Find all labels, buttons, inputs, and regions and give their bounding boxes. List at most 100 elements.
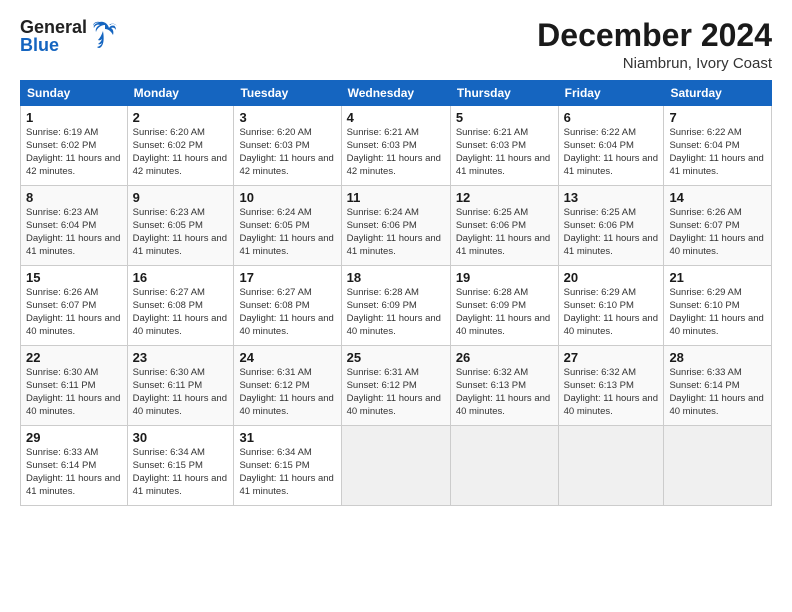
day-number: 16 (133, 270, 229, 285)
calendar-cell: 22 Sunrise: 6:30 AMSunset: 6:11 PMDayligh… (21, 346, 128, 426)
calendar-cell: 8Sunrise: 6:23 AMSunset: 6:04 PMDaylight… (21, 186, 128, 266)
calendar-cell (341, 426, 450, 506)
logo-blue: Blue (20, 36, 87, 54)
day-number: 30 (133, 430, 229, 445)
day-number: 22 (26, 350, 122, 365)
calendar-cell: 4 Sunrise: 6:21 AMSunset: 6:03 PMDaylight… (341, 106, 450, 186)
page: General Blue December 2024 Niambrun, Ivo… (0, 0, 792, 612)
calendar-cell: 13Sunrise: 6:25 AMSunset: 6:06 PMDayligh… (558, 186, 664, 266)
calendar-cell: 1 Sunrise: 6:19 AMSunset: 6:02 PMDaylight… (21, 106, 128, 186)
day-number: 11 (347, 190, 445, 205)
calendar-week-row: 15 Sunrise: 6:26 AMSunset: 6:07 PMDayligh… (21, 266, 772, 346)
calendar-cell (558, 426, 664, 506)
calendar-cell (450, 426, 558, 506)
day-number: 19 (456, 270, 553, 285)
day-number: 1 (26, 110, 122, 125)
calendar-cell: 26Sunrise: 6:32 AMSunset: 6:13 PMDayligh… (450, 346, 558, 426)
day-info: Sunrise: 6:22 AMSunset: 6:04 PMDaylight:… (564, 127, 659, 178)
calendar-cell: 18 Sunrise: 6:28 AMSunset: 6:09 PMDayligh… (341, 266, 450, 346)
day-info: Sunrise: 6:33 AMSunset: 6:14 PMDaylight:… (669, 367, 766, 418)
calendar-cell: 11 Sunrise: 6:24 AMSunset: 6:06 PMDayligh… (341, 186, 450, 266)
day-number: 15 (26, 270, 122, 285)
day-number: 14 (669, 190, 766, 205)
day-info: Sunrise: 6:29 AMSunset: 6:10 PMDaylight:… (564, 287, 659, 338)
calendar-cell: 5Sunrise: 6:21 AMSunset: 6:03 PMDaylight… (450, 106, 558, 186)
calendar-header-row: SundayMondayTuesdayWednesdayThursdayFrid… (21, 81, 772, 106)
logo: General Blue (20, 18, 119, 54)
day-info: Sunrise: 6:29 AMSunset: 6:10 PMDaylight:… (669, 287, 766, 338)
calendar-cell: 3 Sunrise: 6:20 AMSunset: 6:03 PMDaylight… (234, 106, 341, 186)
day-number: 29 (26, 430, 122, 445)
calendar-header-friday: Friday (558, 81, 664, 106)
page-subtitle: Niambrun, Ivory Coast (537, 55, 772, 72)
calendar-cell: 19 Sunrise: 6:28 AMSunset: 6:09 PMDayligh… (450, 266, 558, 346)
day-number: 9 (133, 190, 229, 205)
title-block: December 2024 Niambrun, Ivory Coast (537, 18, 772, 72)
day-number: 13 (564, 190, 659, 205)
header: General Blue December 2024 Niambrun, Ivo… (20, 18, 772, 72)
day-number: 4 (347, 110, 445, 125)
day-info: Sunrise: 6:30 AMSunset: 6:11 PMDaylight:… (133, 367, 229, 418)
calendar-cell: 28 Sunrise: 6:33 AMSunset: 6:14 PMDayligh… (664, 346, 772, 426)
day-info: Sunrise: 6:32 AMSunset: 6:13 PMDaylight:… (456, 367, 553, 418)
calendar-week-row: 29 Sunrise: 6:33 AMSunset: 6:14 PMDayligh… (21, 426, 772, 506)
calendar-week-row: 22 Sunrise: 6:30 AMSunset: 6:11 PMDayligh… (21, 346, 772, 426)
day-info: Sunrise: 6:20 AMSunset: 6:03 PMDaylight:… (239, 127, 335, 178)
day-number: 24 (239, 350, 335, 365)
calendar-cell: 24 Sunrise: 6:31 AMSunset: 6:12 PMDayligh… (234, 346, 341, 426)
calendar-cell: 7Sunrise: 6:22 AMSunset: 6:04 PMDaylight… (664, 106, 772, 186)
day-number: 2 (133, 110, 229, 125)
day-number: 3 (239, 110, 335, 125)
day-number: 20 (564, 270, 659, 285)
day-number: 12 (456, 190, 553, 205)
calendar-week-row: 8Sunrise: 6:23 AMSunset: 6:04 PMDaylight… (21, 186, 772, 266)
calendar-cell: 29 Sunrise: 6:33 AMSunset: 6:14 PMDayligh… (21, 426, 128, 506)
day-info: Sunrise: 6:21 AMSunset: 6:03 PMDaylight:… (456, 127, 553, 178)
calendar-table: SundayMondayTuesdayWednesdayThursdayFrid… (20, 80, 772, 506)
day-info: Sunrise: 6:23 AMSunset: 6:05 PMDaylight:… (133, 207, 229, 258)
day-number: 18 (347, 270, 445, 285)
day-info: Sunrise: 6:22 AMSunset: 6:04 PMDaylight:… (669, 127, 766, 178)
day-info: Sunrise: 6:28 AMSunset: 6:09 PMDaylight:… (347, 287, 445, 338)
calendar-header-thursday: Thursday (450, 81, 558, 106)
calendar-cell: 20 Sunrise: 6:29 AMSunset: 6:10 PMDayligh… (558, 266, 664, 346)
calendar-cell: 14 Sunrise: 6:26 AMSunset: 6:07 PMDayligh… (664, 186, 772, 266)
day-info: Sunrise: 6:26 AMSunset: 6:07 PMDaylight:… (26, 287, 122, 338)
calendar-cell: 6 Sunrise: 6:22 AMSunset: 6:04 PMDaylight… (558, 106, 664, 186)
calendar-cell (664, 426, 772, 506)
day-number: 28 (669, 350, 766, 365)
day-number: 17 (239, 270, 335, 285)
day-info: Sunrise: 6:31 AMSunset: 6:12 PMDaylight:… (239, 367, 335, 418)
day-info: Sunrise: 6:31 AMSunset: 6:12 PMDaylight:… (347, 367, 445, 418)
day-number: 10 (239, 190, 335, 205)
calendar-cell: 12Sunrise: 6:25 AMSunset: 6:06 PMDayligh… (450, 186, 558, 266)
calendar-cell: 21Sunrise: 6:29 AMSunset: 6:10 PMDayligh… (664, 266, 772, 346)
day-number: 6 (564, 110, 659, 125)
day-info: Sunrise: 6:33 AMSunset: 6:14 PMDaylight:… (26, 447, 122, 498)
calendar-cell: 23 Sunrise: 6:30 AMSunset: 6:11 PMDayligh… (127, 346, 234, 426)
calendar-cell: 25 Sunrise: 6:31 AMSunset: 6:12 PMDayligh… (341, 346, 450, 426)
day-info: Sunrise: 6:20 AMSunset: 6:02 PMDaylight:… (133, 127, 229, 178)
day-number: 27 (564, 350, 659, 365)
day-number: 25 (347, 350, 445, 365)
calendar-cell: 30Sunrise: 6:34 AMSunset: 6:15 PMDayligh… (127, 426, 234, 506)
calendar-cell: 31Sunrise: 6:34 AMSunset: 6:15 PMDayligh… (234, 426, 341, 506)
logo-general: General (20, 18, 87, 36)
day-info: Sunrise: 6:24 AMSunset: 6:06 PMDaylight:… (347, 207, 445, 258)
day-info: Sunrise: 6:21 AMSunset: 6:03 PMDaylight:… (347, 127, 445, 178)
logo-area: General Blue (20, 18, 119, 54)
calendar-cell: 17Sunrise: 6:27 AMSunset: 6:08 PMDayligh… (234, 266, 341, 346)
day-info: Sunrise: 6:30 AMSunset: 6:11 PMDaylight:… (26, 367, 122, 418)
logo-bird-icon (91, 21, 119, 49)
calendar-week-row: 1 Sunrise: 6:19 AMSunset: 6:02 PMDaylight… (21, 106, 772, 186)
calendar-cell: 16 Sunrise: 6:27 AMSunset: 6:08 PMDayligh… (127, 266, 234, 346)
day-number: 8 (26, 190, 122, 205)
day-info: Sunrise: 6:26 AMSunset: 6:07 PMDaylight:… (669, 207, 766, 258)
day-info: Sunrise: 6:28 AMSunset: 6:09 PMDaylight:… (456, 287, 553, 338)
day-number: 23 (133, 350, 229, 365)
day-info: Sunrise: 6:32 AMSunset: 6:13 PMDaylight:… (564, 367, 659, 418)
calendar-cell: 9 Sunrise: 6:23 AMSunset: 6:05 PMDaylight… (127, 186, 234, 266)
calendar-header-wednesday: Wednesday (341, 81, 450, 106)
day-info: Sunrise: 6:19 AMSunset: 6:02 PMDaylight:… (26, 127, 122, 178)
day-info: Sunrise: 6:27 AMSunset: 6:08 PMDaylight:… (133, 287, 229, 338)
